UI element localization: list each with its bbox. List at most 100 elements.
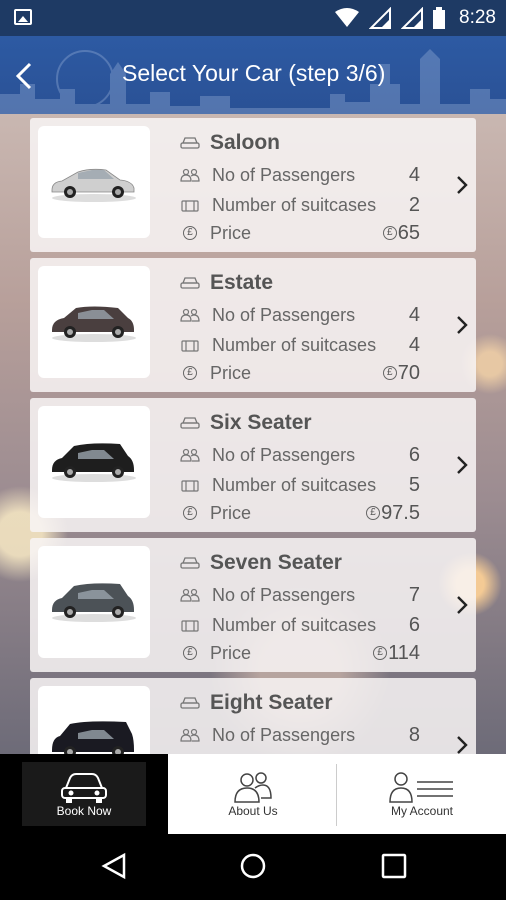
signal-icon <box>369 7 392 29</box>
tab-book-now[interactable]: Book Now <box>0 754 168 834</box>
chevron-right-icon[interactable] <box>456 314 468 336</box>
home-circle-icon[interactable] <box>239 852 267 880</box>
tab-my-account[interactable]: My Account <box>338 754 506 834</box>
passengers-icon <box>180 168 200 182</box>
passengers-value: 4 <box>408 163 420 186</box>
car-title-row: Estate <box>180 268 273 298</box>
car-name: Estate <box>210 271 274 294</box>
car-thumbnail <box>38 266 150 378</box>
car-type-icon <box>180 417 200 429</box>
status-bar: 8:28 <box>0 0 506 36</box>
suitcase-icon <box>181 620 199 632</box>
price-value-wrap: £114 <box>373 642 420 665</box>
passengers-row: No of Passengers 4 <box>180 162 440 188</box>
status-icons: 8:28 <box>335 6 496 30</box>
price-value: 114 <box>388 641 420 664</box>
passengers-label: No of Passengers <box>212 164 356 185</box>
car-image <box>51 168 136 202</box>
price-label: Price <box>210 642 252 663</box>
passengers-value: 6 <box>408 443 420 466</box>
car-name: Six Seater <box>210 411 312 434</box>
tab-label: Book Now <box>56 804 112 818</box>
passengers-value: 4 <box>408 303 420 326</box>
price-value: 65 <box>397 221 420 244</box>
car-list[interactable]: Saloon No of Passengers 4 Number of suitcas… <box>0 114 506 754</box>
chevron-right-icon[interactable] <box>456 594 468 616</box>
passengers-icon <box>180 308 200 322</box>
pound-icon: £ <box>183 366 197 380</box>
car-thumbnail <box>38 546 150 658</box>
car-title-row: Seven Seater <box>180 548 342 578</box>
car-image <box>52 721 134 754</box>
bottom-tab-bar: Book Now About Us My Account <box>0 754 506 834</box>
passengers-row: No of Passengers 7 <box>180 582 440 608</box>
suitcases-value: 6 <box>408 613 420 636</box>
price-value: 97.5 <box>381 501 420 524</box>
suitcases-label: Number of suitcases <box>212 334 377 355</box>
tab-about-us[interactable]: About Us <box>169 754 337 834</box>
passengers-row: No of Passengers 4 <box>180 302 440 328</box>
passengers-label: No of Passengers <box>212 444 356 465</box>
suitcases-label: Number of suitcases <box>212 474 377 495</box>
recents-square-icon[interactable] <box>380 852 408 880</box>
car-card-eight-seater[interactable]: Eight SeaterNo of Passengers8Number of s… <box>30 678 476 754</box>
car-image <box>52 306 136 342</box>
car-image <box>52 443 136 482</box>
car-name: Saloon <box>210 131 281 154</box>
pound-icon: £ <box>183 226 197 240</box>
tab-divider <box>336 764 337 826</box>
pound-icon: £ <box>373 646 388 660</box>
tab-label: My Account <box>390 804 454 818</box>
car-thumbnail <box>38 126 150 238</box>
car-type-icon <box>180 277 200 289</box>
back-triangle-icon[interactable] <box>100 852 128 880</box>
car-title-row: Eight Seater <box>180 688 333 718</box>
price-value-wrap: £97.5 <box>366 502 420 525</box>
passengers-icon <box>180 448 200 462</box>
pound-icon: £ <box>382 226 397 240</box>
passengers-label: No of Passengers <box>212 584 356 605</box>
suitcases-row: Number of suitcases 5 <box>180 472 440 498</box>
suitcases-row: Number of suitcases 2 <box>180 192 440 218</box>
back-arrow-icon[interactable] <box>10 56 40 96</box>
battery-icon <box>433 7 446 29</box>
price-label: Price <box>210 502 252 523</box>
car-name: Seven Seater <box>210 551 342 574</box>
car-card-seven-seater[interactable]: Seven Seater No of Passengers 7 Number of s… <box>30 538 476 672</box>
pound-icon: £ <box>366 506 381 520</box>
suitcase-icon <box>181 340 199 352</box>
passengers-row: No of Passengers 6 <box>180 442 440 468</box>
suitcases-label: Number of suitcases <box>212 194 377 215</box>
car-title-row: Saloon <box>180 128 280 158</box>
car-card-estate[interactable]: Estate No of Passengers 4 Number of suitcas… <box>30 258 476 392</box>
price-row: £ Price £65 <box>180 220 440 246</box>
chevron-right-icon[interactable] <box>456 454 468 476</box>
car-type-icon <box>180 137 200 149</box>
car-title-row: Six Seater <box>180 408 312 438</box>
price-label: Price <box>210 362 252 383</box>
people-icon <box>234 772 272 803</box>
car-name: Eight Seater <box>210 691 333 714</box>
car-card-six-seater[interactable]: Six Seater No of Passengers 6 Number of sui… <box>30 398 476 532</box>
suitcase-icon <box>181 480 199 492</box>
chevron-right-icon[interactable] <box>456 734 468 754</box>
price-label: Price <box>210 222 252 243</box>
price-value: 70 <box>397 361 420 384</box>
car-thumbnail <box>38 406 150 518</box>
chevron-right-icon[interactable] <box>456 174 468 196</box>
status-time: 8:28 <box>459 7 496 28</box>
car-type-icon <box>180 557 200 569</box>
price-value-wrap: £70 <box>382 361 420 385</box>
car-icon <box>61 773 107 803</box>
suitcase-icon <box>181 200 199 212</box>
system-nav-bar <box>0 834 506 900</box>
passengers-value: 8 <box>408 723 420 746</box>
car-card-saloon[interactable]: Saloon No of Passengers 4 Number of suitcas… <box>30 118 476 252</box>
passengers-value: 7 <box>408 583 420 606</box>
account-icon <box>389 772 453 803</box>
wifi-icon <box>335 8 360 27</box>
suitcases-row: Number of suitcases 6 <box>180 612 440 638</box>
price-value-wrap: £65 <box>382 221 420 245</box>
car-thumbnail <box>38 686 150 754</box>
suitcases-row: Number of suitcases 4 <box>180 332 440 358</box>
